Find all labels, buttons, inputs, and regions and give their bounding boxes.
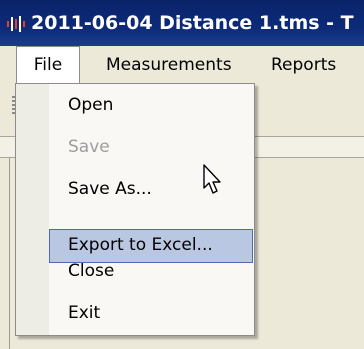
menu-item-close[interactable]: Close bbox=[68, 256, 114, 286]
menu-item-save: Save bbox=[68, 137, 110, 157]
menu-item-save-as[interactable]: Save As... bbox=[68, 174, 152, 204]
menu-item-exit[interactable]: Exit bbox=[68, 298, 100, 328]
menu-item-open[interactable]: Open bbox=[68, 90, 113, 120]
mouse-pointer-icon bbox=[203, 164, 221, 194]
waveform-icon bbox=[7, 16, 25, 32]
menu-bar: File Measurements Reports bbox=[0, 46, 364, 85]
window-title: 2011-06-04 Distance 1.tms - T bbox=[31, 12, 354, 34]
title-bar: 2011-06-04 Distance 1.tms - T bbox=[0, 0, 364, 46]
menu-file[interactable]: File bbox=[16, 46, 80, 84]
menu-gutter bbox=[16, 84, 49, 335]
menu-reports[interactable]: Reports bbox=[271, 46, 336, 84]
file-menu-dropdown: Open Save Save As... Export to Excel... … bbox=[15, 83, 255, 336]
content-border bbox=[9, 158, 10, 349]
menu-measurements[interactable]: Measurements bbox=[106, 46, 232, 84]
